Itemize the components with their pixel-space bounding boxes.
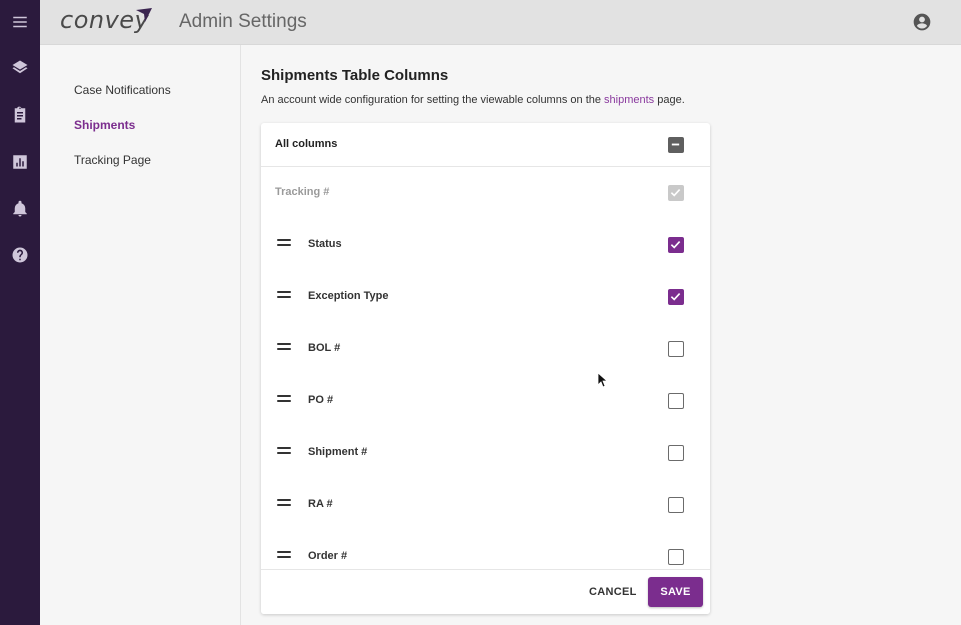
column-label: Status [308,238,342,250]
column-checkbox[interactable] [668,393,684,409]
chart-icon[interactable] [0,142,40,182]
column-row[interactable]: Status [261,219,710,271]
page-title: Admin Settings [179,11,307,32]
nav-rail [0,0,40,625]
description-suffix: page. [654,94,685,106]
subnav-item-shipments[interactable]: Shipments [74,118,135,132]
column-checkbox[interactable] [668,445,684,461]
save-button[interactable]: SAVE [648,577,703,607]
drag-handle-icon[interactable] [277,447,291,455]
settings-subnav: Case Notifications Shipments Tracking Pa… [40,45,241,625]
check-icon [670,241,681,249]
indeterminate-icon [671,143,680,146]
column-label: Tracking # [275,186,330,198]
description-text: An account wide configuration for settin… [261,94,605,106]
mouse-cursor-icon [598,373,608,387]
check-icon [670,293,681,301]
menu-icon[interactable] [0,2,40,42]
column-label: Order # [308,550,348,562]
drag-handle-icon[interactable] [277,551,291,559]
drag-handle-icon[interactable] [277,291,291,299]
layers-icon[interactable] [0,48,40,88]
column-row[interactable]: Shipment # [261,427,710,479]
account-icon[interactable] [912,12,932,32]
column-label: BOL # [308,342,341,354]
column-row[interactable]: Exception Type [261,271,710,323]
help-icon[interactable] [0,235,40,275]
logo-mark-icon [136,8,152,22]
column-label: PO # [308,394,334,406]
drag-handle-icon[interactable] [277,395,291,403]
drag-handle-icon[interactable] [277,343,291,351]
column-checkbox[interactable] [668,341,684,357]
shipments-link[interactable]: shipments [604,94,654,106]
all-columns-checkbox[interactable] [668,137,684,153]
column-row[interactable]: RA # [261,479,710,531]
column-checkbox-tracking [668,185,684,201]
column-checkbox[interactable] [668,497,684,513]
drag-handle-icon[interactable] [277,239,291,247]
section-title: Shipments Table Columns [261,67,449,84]
column-row[interactable]: BOL # [261,323,710,375]
card-footer: CANCEL SAVE [261,569,710,614]
drag-handle-icon[interactable] [277,499,291,507]
column-label: RA # [308,498,333,510]
top-bar: convey Admin Settings [40,0,961,45]
clipboard-icon[interactable] [0,95,40,135]
column-row-tracking: Tracking # [261,167,710,219]
columns-card: All columns Tracking # Status Exception … [261,123,710,614]
column-checkbox[interactable] [668,237,684,253]
all-columns-label: All columns [275,138,338,150]
column-checkbox[interactable] [668,289,684,305]
subnav-item-case-notifications[interactable]: Case Notifications [74,83,171,97]
check-icon [670,189,681,197]
section-description: An account wide configuration for settin… [261,94,685,106]
column-label: Shipment # [308,446,368,458]
column-checkbox[interactable] [668,549,684,565]
all-columns-header: All columns [261,123,710,167]
column-label: Exception Type [308,290,389,302]
cancel-button[interactable]: CANCEL [583,580,643,604]
bell-icon[interactable] [0,189,40,229]
column-row[interactable]: PO # [261,375,710,427]
subnav-item-tracking-page[interactable]: Tracking Page [74,153,151,167]
